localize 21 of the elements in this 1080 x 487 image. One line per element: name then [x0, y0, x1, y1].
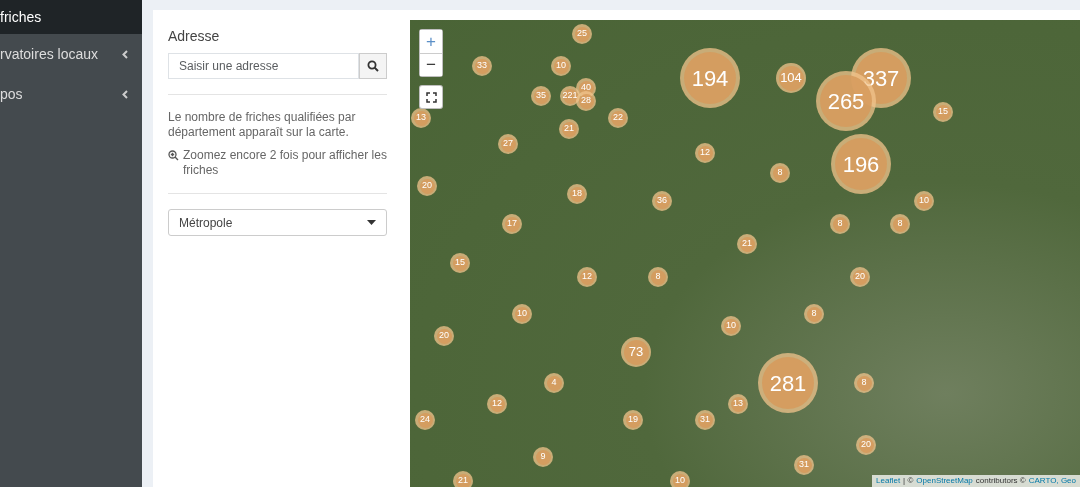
cluster-marker[interactable]: 28 — [576, 91, 596, 111]
attribution-text: | © — [903, 475, 914, 487]
sidebar-item[interactable]: friches — [0, 0, 142, 34]
attribution-link[interactable]: CARTO, Geo — [1028, 475, 1076, 487]
address-field[interactable]: Saisir une adresse — [168, 53, 360, 79]
zoom-out-button[interactable]: − — [420, 53, 442, 76]
zoom-hint-text: Zoomez encore 2 fois pour afficher les friches — [183, 148, 387, 178]
search-icon — [367, 60, 380, 72]
sidebar-item[interactable]: rvatoires locaux — [0, 35, 142, 74]
attribution-text: contributors © — [975, 475, 1026, 487]
field-label: Adresse — [168, 27, 221, 46]
sidebar-item[interactable]: pos — [0, 75, 142, 114]
region-select[interactable]: Métropole — [168, 209, 387, 236]
caret-icon — [367, 220, 376, 225]
attribution-link[interactable]: OpenStreetMap — [916, 475, 973, 487]
info-text: Le nombre de friches qualifiées par département apparaît sur la carte. — [168, 110, 357, 140]
zoom-in-icon — [168, 150, 179, 161]
search-button[interactable] — [359, 53, 387, 79]
fullscreen-button[interactable] — [419, 85, 443, 109]
attribution-link[interactable]: Leaflet — [876, 475, 901, 487]
fullscreen-icon — [425, 91, 437, 103]
